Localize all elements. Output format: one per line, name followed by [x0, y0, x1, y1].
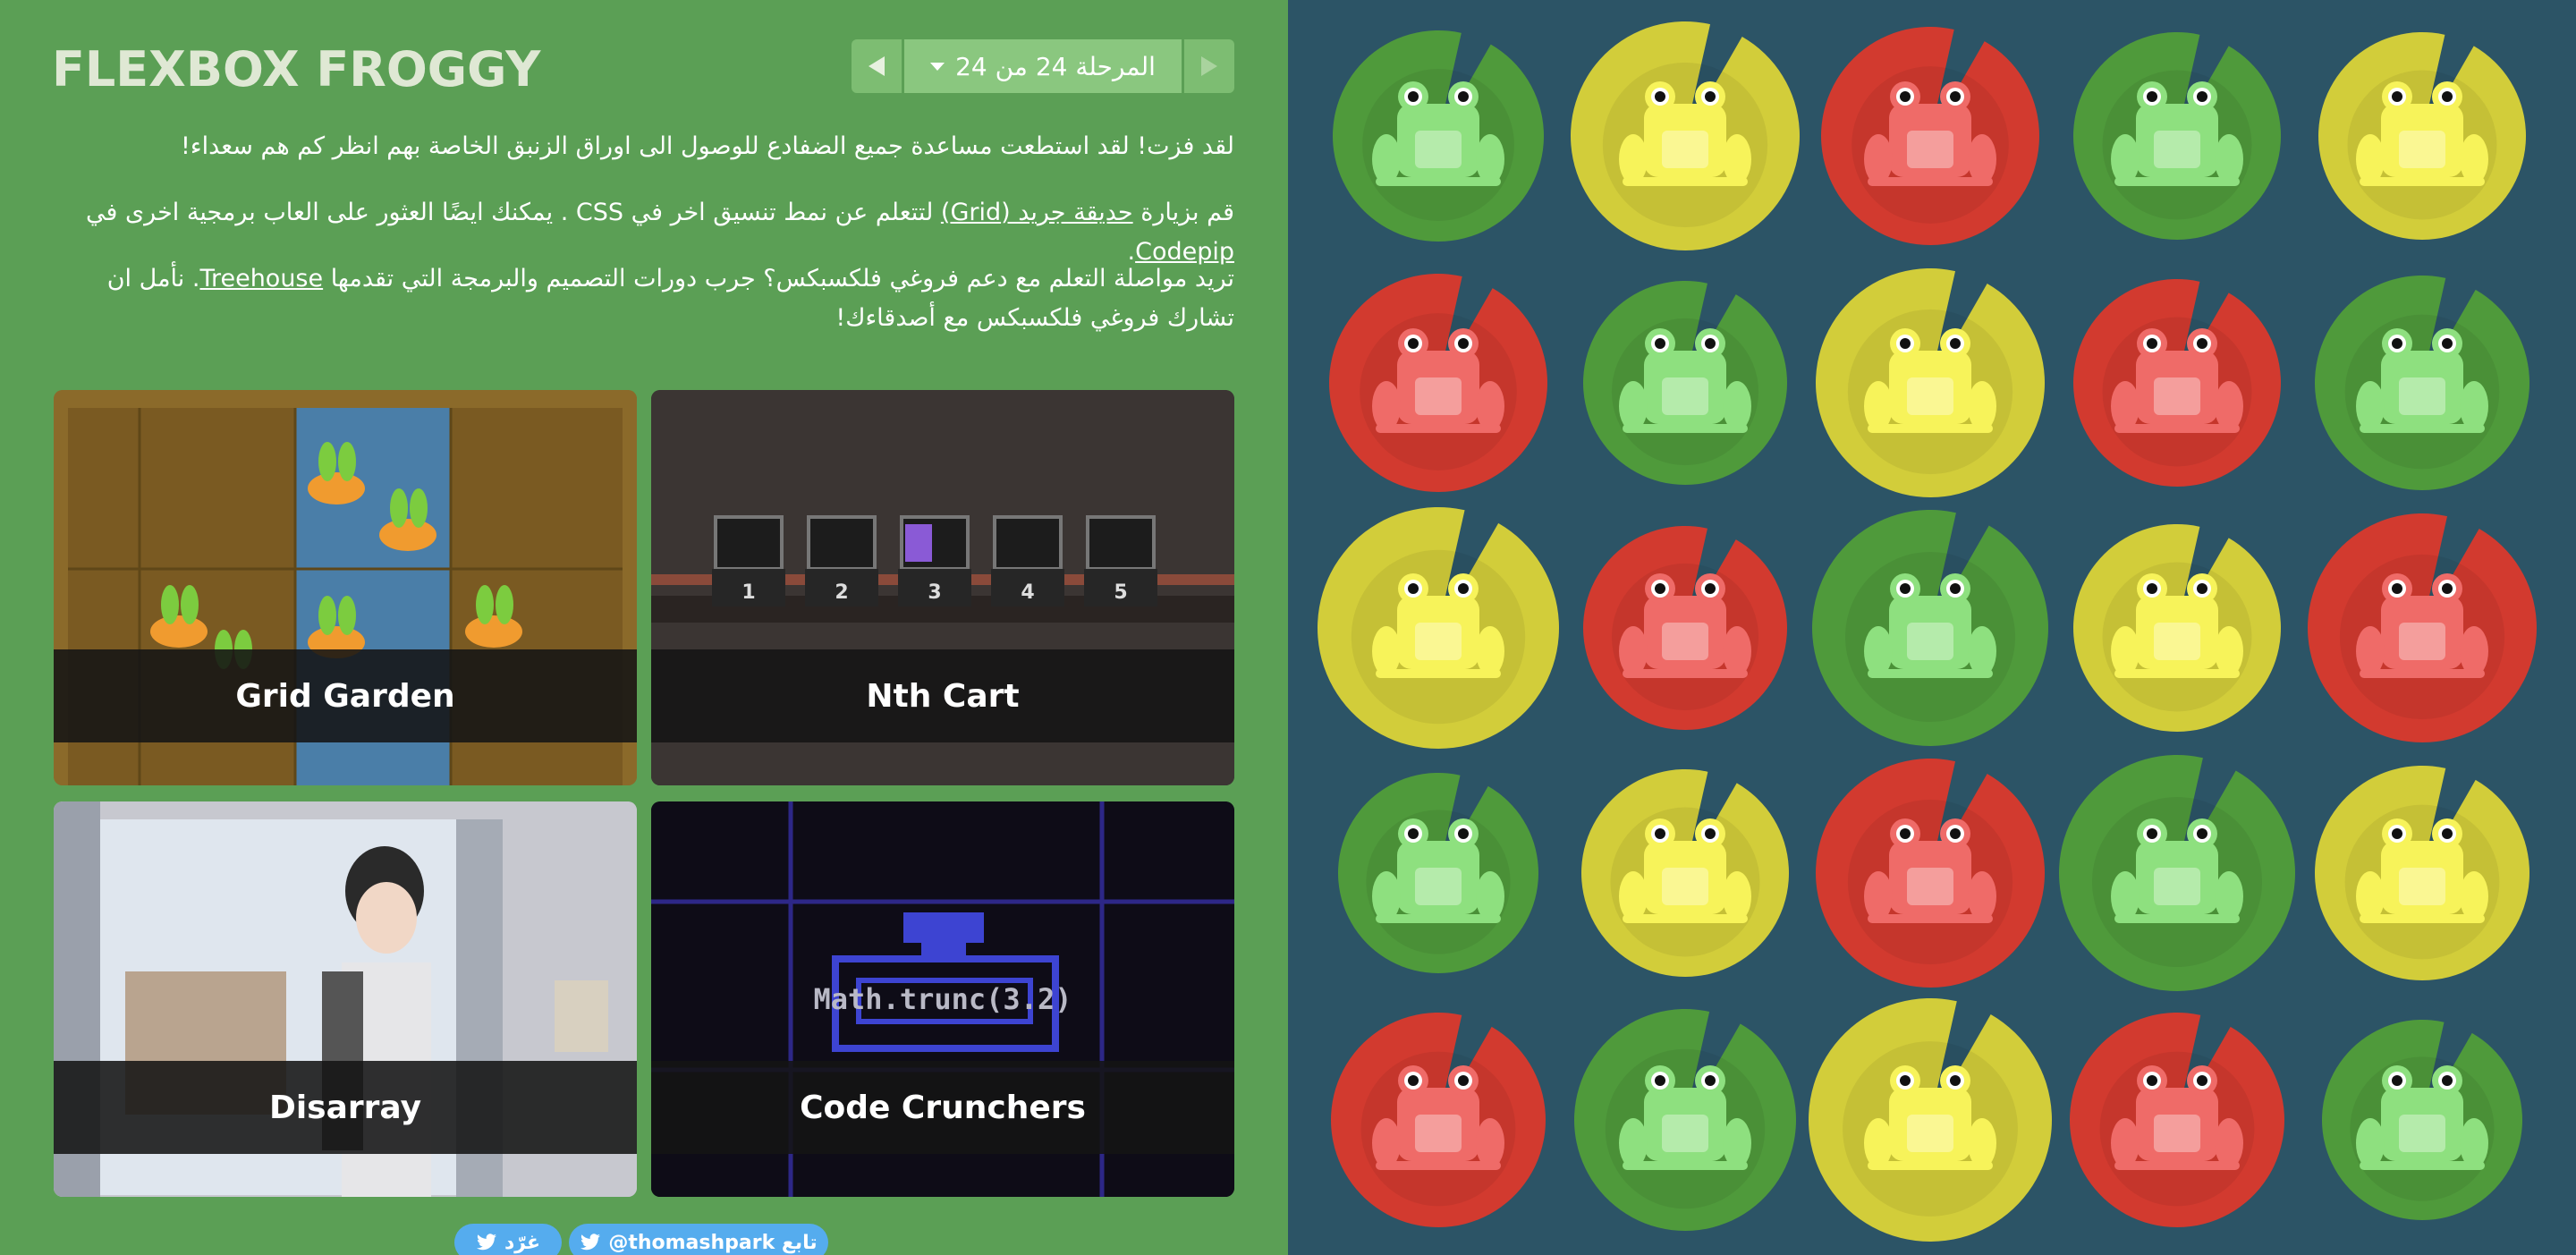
frog-on-lilypad-green	[2073, 32, 2281, 240]
triangle-left-icon	[869, 56, 885, 76]
frog-on-lilypad-green	[2059, 755, 2295, 991]
tweet-label: غرّد	[504, 1231, 540, 1254]
game-card-nth-cart[interactable]: 1 2 3 4 5 Nth Cart	[651, 390, 1234, 785]
frog-on-lilypad-yellow	[2073, 524, 2281, 732]
app-title: FLEXBOX FROGGY	[52, 41, 541, 98]
caret-down-icon	[930, 62, 945, 71]
game-card-title: Disarray	[54, 1061, 637, 1154]
level-indicator-dropdown[interactable]: المرحلة 24 من 24	[904, 39, 1182, 93]
win-message: لقد فزت! لقد استطعت مساعدة جميع الضفادع …	[181, 132, 1234, 160]
cart-number: 1	[741, 581, 756, 604]
treehouse-text-1: تريد مواصلة التعلم مع دعم فروغي فلكسبكس؟…	[323, 265, 1234, 293]
cart	[807, 515, 877, 571]
previous-level-button[interactable]	[852, 39, 902, 93]
cart	[1086, 515, 1156, 571]
game-card-grid-garden[interactable]: Grid Garden	[54, 390, 637, 785]
frog-on-lilypad-red	[2308, 513, 2537, 742]
frog-on-lilypad-green	[1812, 510, 2048, 746]
frog-on-lilypad-yellow	[1571, 21, 1800, 250]
game-card-disarray[interactable]: Disarray	[54, 801, 637, 1197]
frog-on-lilypad-green	[1338, 773, 1538, 973]
treehouse-suggestion: تريد مواصلة التعلم مع دعم فروغي فلكسبكس؟…	[54, 259, 1234, 338]
level-navigator: المرحلة 24 من 24	[852, 39, 1234, 93]
game-card-title: Code Crunchers	[651, 1061, 1234, 1154]
cart	[993, 515, 1063, 571]
frog-on-lilypad-green	[1333, 30, 1544, 242]
tweet-button[interactable]: غرّد	[454, 1224, 562, 1255]
cart-number: 2	[835, 581, 849, 604]
frog-on-lilypad-green	[1574, 1009, 1796, 1231]
suggestion-text-2: لتتعلم عن نمط تنسيق اخر في CSS . يمكنك ا…	[86, 199, 941, 226]
code-expression: Math.trunc(3.2)	[813, 982, 1072, 1016]
frog-on-lilypad-red	[1583, 526, 1787, 730]
follow-label: @thomashpark تابع	[608, 1231, 818, 1254]
frog-on-lilypad-red	[1331, 1013, 1546, 1227]
twitter-bird-icon	[580, 1234, 601, 1251]
frog-on-lilypad-green	[1583, 281, 1787, 485]
frog-on-lilypad-green	[2322, 1020, 2522, 1220]
cart-number: 4	[1021, 581, 1035, 604]
frog-on-lilypad-yellow	[2315, 766, 2529, 980]
frog-on-lilypad-red	[2070, 1013, 2284, 1227]
game-card-title: Grid Garden	[54, 649, 637, 742]
next-level-button[interactable]	[1184, 39, 1234, 93]
cart	[714, 515, 784, 571]
frog-on-lilypad-yellow	[1816, 268, 2045, 497]
frog-on-lilypad-red	[1329, 273, 1547, 492]
pond-board	[1288, 0, 2576, 1255]
treehouse-link[interactable]: Treehouse	[199, 265, 323, 293]
frog-on-lilypad-green	[2315, 276, 2529, 490]
frog-on-lilypad-yellow	[2318, 32, 2526, 240]
frog-on-lilypad-red	[2073, 279, 2281, 487]
frog-on-lilypad-yellow	[1581, 769, 1789, 977]
frog-on-lilypad-yellow	[1318, 507, 1559, 749]
instructions-panel: FLEXBOX FROGGY المرحلة 24 من 24 لقد فزت!…	[0, 0, 1288, 1255]
suggestion-text-1: قم بزيارة	[1132, 199, 1234, 226]
cart-number: 3	[928, 581, 942, 604]
level-indicator-text: المرحلة 24 من 24	[955, 51, 1156, 81]
cart-number: 5	[1114, 581, 1128, 604]
frog-on-lilypad-yellow	[1809, 998, 2052, 1242]
frog-on-lilypad-red	[1821, 26, 2039, 246]
grid-garden-link[interactable]: حديقة جريد (Grid)	[941, 199, 1133, 226]
game-card-title: Nth Cart	[651, 649, 1234, 742]
twitter-bird-icon	[476, 1234, 496, 1251]
follow-button[interactable]: @thomashpark تابع	[569, 1224, 828, 1255]
frog-on-lilypad-red	[1816, 759, 2045, 988]
triangle-right-icon	[1201, 56, 1217, 76]
game-card-code-crunchers[interactable]: Math.trunc(3.2) Code Crunchers	[651, 801, 1234, 1197]
